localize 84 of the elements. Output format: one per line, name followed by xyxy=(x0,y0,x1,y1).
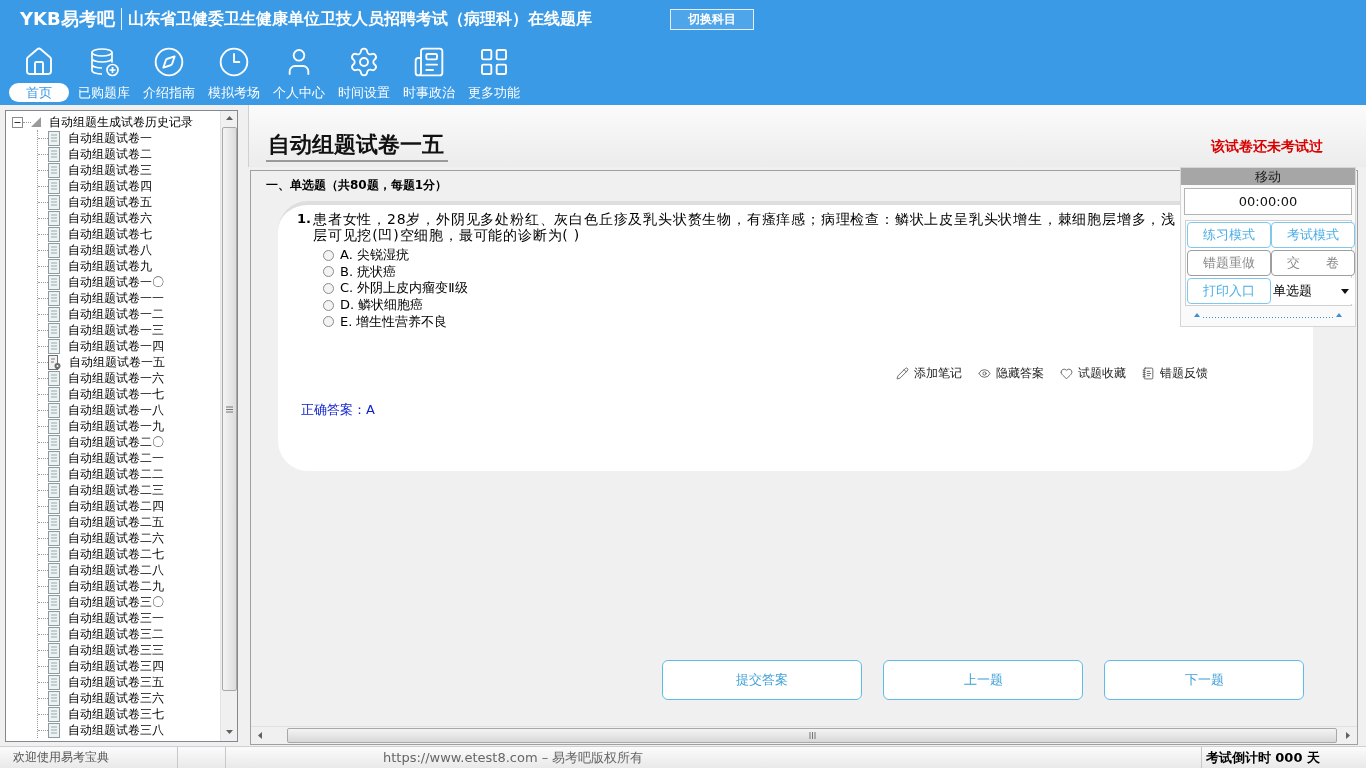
app-title: 山东省卫健委卫生健康单位卫技人员招聘考试（病理科）在线题库 xyxy=(127,8,592,30)
tree-item[interactable]: 自动组题试卷一二 xyxy=(68,306,164,322)
tree-item[interactable]: 自动组题试卷八 xyxy=(68,242,152,258)
tree-item[interactable]: 自动组题试卷二二 xyxy=(68,466,164,482)
tree-item[interactable]: 自动组题试卷一〇 xyxy=(68,274,164,290)
clock-icon[interactable] xyxy=(217,46,250,78)
scroll-thumb[interactable] xyxy=(221,127,237,691)
tree-item[interactable]: 自动组题试卷三二 xyxy=(68,626,164,642)
radio-button[interactable] xyxy=(323,283,334,294)
tree-item[interactable]: 自动组题试卷一六 xyxy=(68,370,164,386)
scroll-thumb[interactable] xyxy=(287,728,1337,743)
tree-item[interactable]: 自动组题试卷二〇 xyxy=(68,434,164,450)
option-label[interactable]: A. 尖锐湿疣 xyxy=(340,246,409,265)
tree-item[interactable]: 自动组题试卷二八 xyxy=(68,562,164,578)
tree-item[interactable]: 自动组题试卷二五 xyxy=(68,514,164,530)
tree-item[interactable]: 自动组题试卷一五 xyxy=(69,354,165,370)
tree-item[interactable]: 自动组题试卷三三 xyxy=(68,642,164,658)
notebook-icon xyxy=(1142,366,1155,380)
tree-item[interactable]: 自动组题试卷二三 xyxy=(68,482,164,498)
question-number: 1. xyxy=(297,211,311,227)
option-label[interactable]: C. 外阴上皮内瘤变Ⅱ级 xyxy=(340,279,468,298)
tree-item[interactable]: 自动组题试卷二七 xyxy=(68,546,164,562)
tree-item[interactable]: 自动组题试卷三〇 xyxy=(68,594,164,610)
tree-item[interactable]: 自动组题试卷三一 xyxy=(68,610,164,626)
option-label[interactable]: E. 增生性营养不良 xyxy=(340,312,448,331)
tree-item[interactable]: 自动组题试卷三五 xyxy=(68,674,164,690)
tree-item[interactable]: 自动组题试卷二一 xyxy=(68,450,164,466)
status-copyright: https://www.etest8.com – 易考吧版权所有 xyxy=(383,748,644,767)
radio-button[interactable] xyxy=(323,266,334,278)
tree-item[interactable]: 自动组题试卷二九 xyxy=(68,578,164,594)
action-link[interactable]: 错题反馈 xyxy=(1142,364,1208,382)
horizontal-scrollbar[interactable] xyxy=(251,726,1357,744)
radio-button[interactable] xyxy=(323,249,334,261)
paper-title: 自动组题试卷一五 xyxy=(266,130,448,162)
tree-item[interactable]: 自动组题试卷九 xyxy=(68,258,152,274)
tree-item[interactable]: 自动组题试卷一七 xyxy=(68,386,164,402)
tree-item[interactable]: 自动组题试卷一八 xyxy=(68,402,164,418)
eye-icon xyxy=(978,366,991,380)
newspaper-icon[interactable] xyxy=(412,46,445,78)
status-welcome: 欢迎使用易考宝典 xyxy=(13,749,109,766)
section-heading: 一、单选题（共80题，每题1分） xyxy=(266,177,448,193)
option-label[interactable]: D. 鳞状细胞癌 xyxy=(340,296,424,315)
tree-item[interactable]: 自动组题试卷一三 xyxy=(68,322,164,338)
tree-item[interactable]: 自动组题试卷六 xyxy=(68,210,152,226)
action-link[interactable]: 添加笔记 xyxy=(896,364,962,382)
caret-icon xyxy=(1341,288,1349,294)
option-label[interactable]: B. 疣状癌 xyxy=(340,262,397,281)
tree-item[interactable]: 自动组题试卷一一 xyxy=(68,290,164,306)
correct-answer: 正确答案：A xyxy=(301,400,375,419)
collapse-icon[interactable] xyxy=(12,116,23,128)
tree-node[interactable]: 自动组题生成试卷历史记录 xyxy=(49,114,193,130)
paper-status: 该试卷还未考试过 xyxy=(1211,138,1323,156)
app-logo: YKB易考吧 xyxy=(20,7,115,31)
pencil-icon xyxy=(896,366,909,380)
radio-button[interactable] xyxy=(323,316,334,328)
vertical-scrollbar[interactable] xyxy=(220,111,237,741)
tree-item[interactable]: 自动组题试卷一四 xyxy=(68,338,164,354)
tree-item[interactable]: 自动组题试卷三 xyxy=(68,162,152,178)
tree-item[interactable]: 自动组题试卷三四 xyxy=(68,658,164,674)
tree-item[interactable]: 自动组题试卷七 xyxy=(68,226,152,242)
tree-item[interactable]: 自动组题试卷二六 xyxy=(68,530,164,546)
timer-display: 00:00:00 xyxy=(1184,188,1352,215)
heart-icon xyxy=(1060,366,1073,380)
tree-item[interactable]: 自动组题试卷三六 xyxy=(68,690,164,706)
action-link[interactable]: 试题收藏 xyxy=(1060,364,1126,382)
drag-handle[interactable]: 移动 xyxy=(1181,168,1355,185)
tree-item[interactable]: 自动组题试卷四 xyxy=(68,178,152,194)
tree-item[interactable]: 自动组题试卷一 xyxy=(68,130,152,146)
tree-item[interactable]: 自动组题试卷一九 xyxy=(68,418,164,434)
status-countdown: 考试倒计时 000 天 xyxy=(1200,747,1320,768)
grip-icon xyxy=(808,732,816,739)
action-link[interactable]: 隐藏答案 xyxy=(978,364,1044,382)
tree-item[interactable]: 自动组题试卷二四 xyxy=(68,498,164,514)
panel-grip-icon[interactable] xyxy=(1194,312,1342,318)
tree-item[interactable]: 自动组题试卷二 xyxy=(68,146,152,162)
tree-item[interactable]: 自动组题试卷五 xyxy=(68,194,152,210)
compass-icon[interactable] xyxy=(152,46,185,78)
tree-item[interactable]: 自动组题试卷三七 xyxy=(68,706,164,722)
question-type-dropdown[interactable]: 单选题 xyxy=(1271,278,1355,304)
question-text: 患者女性，28岁，外阴见多处粉红、灰白色丘疹及乳头状赘生物，有瘙痒感；病理检查：鳞状上皮呈乳头状增生，棘细胞层增多，浅层可见挖(凹)空细胞，最可能的诊断为( ) xyxy=(313,211,1177,243)
radio-button[interactable] xyxy=(323,299,334,311)
triangle-icon xyxy=(31,117,41,127)
tree-item[interactable]: 自动组题试卷三八 xyxy=(68,722,164,738)
grip-icon xyxy=(225,405,233,413)
